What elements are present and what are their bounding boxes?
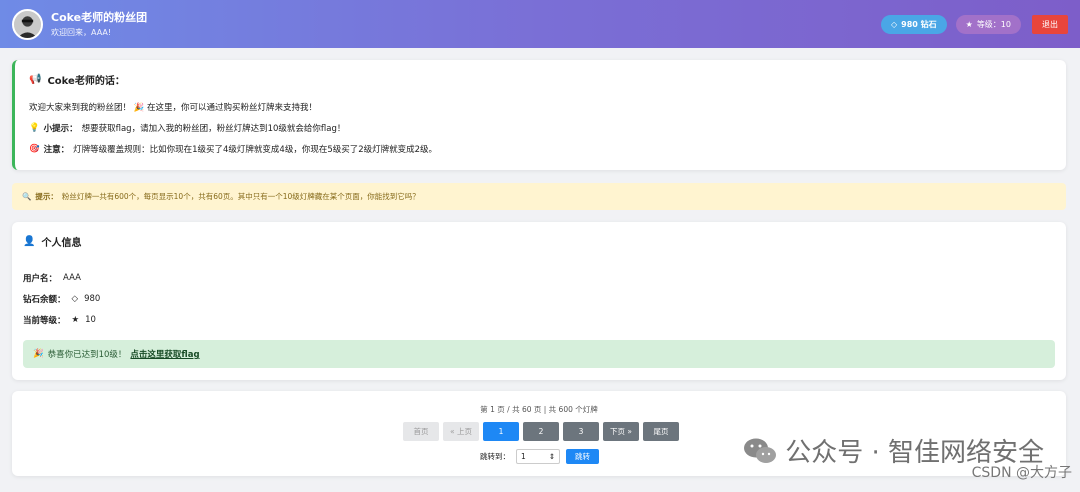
jump-button[interactable]: 跳转 [566, 449, 599, 464]
teacher-message-card: 📢 Coke老师的话： 欢迎大家来到我的粉丝团！ 🎉 在这里，你可以通过购买粉丝… [12, 60, 1066, 170]
jump-label: 跳转到： [480, 452, 510, 461]
level-value: 10 [85, 314, 96, 325]
spinner-icon[interactable]: ⇕ [549, 452, 555, 461]
diamond-icon: ◇ [891, 19, 898, 29]
message-title: Coke老师的话： [47, 76, 125, 87]
jump-page-input[interactable]: 1 ⇕ [516, 449, 560, 464]
notice-text: 粉丝灯牌一共有600个，每页显示10个，共有60页。其中只有一个10级灯牌藏在某… [61, 192, 420, 201]
star-icon: ★ [965, 19, 973, 29]
diamond-label: 钻石余额： [23, 294, 66, 305]
profile-title: 个人信息 [41, 238, 82, 249]
diamond-icon: ◇ [71, 293, 79, 304]
profile-card: 👤 个人信息 用户名： AAA 钻石余额： ◇ 980 当前等级： ★ 10 🎉… [12, 222, 1066, 380]
get-flag-link[interactable]: 点击这里获取flag [130, 348, 199, 360]
diamond-row: 钻石余额： ◇ 980 [23, 288, 1055, 309]
level-row: 当前等级： ★ 10 [23, 309, 1055, 330]
diamond-value: 980 [84, 293, 101, 304]
page-info: 第 1 页 / 共 60 页 | 共 600 个灯牌 [480, 405, 598, 414]
magnifier-icon: 🔍 [22, 192, 32, 201]
tip-text: 想要获取flag，请加入我的粉丝团，粉丝灯牌达到10级就会给你flag！ [81, 124, 346, 134]
message-line: 欢迎大家来到我的粉丝团！ 🎉 在这里，你可以通过购买粉丝灯牌来支持我！ [29, 101, 1052, 113]
level-label: 当前等级： [23, 315, 66, 326]
note-text: 灯牌等级覆盖规则：比如你现在1级买了4级灯牌就变成4级，你现在5级买了2级灯牌就… [73, 145, 438, 155]
next-page-button[interactable]: 下页 » [603, 422, 639, 441]
note-label: 注意： [43, 145, 70, 155]
page-2-button[interactable]: 2 [523, 422, 559, 441]
logout-button[interactable]: 退出 [1032, 14, 1068, 34]
party-icon: 🎉 [33, 349, 44, 359]
username-label: 用户名： [23, 273, 58, 284]
notice-label: 提示： [35, 192, 58, 201]
username-row: 用户名： AAA [23, 267, 1055, 288]
csdn-watermark: CSDN @大方子 [971, 465, 1072, 481]
target-icon: 🎯 [29, 144, 40, 154]
success-text: 恭喜你已达到10级！ [47, 350, 127, 360]
first-page-button[interactable]: 首页 [403, 422, 439, 441]
top-header: Coke老师的粉丝团 欢迎回来，AAA! ◇ 980 钻石 ★ 等级：10 退出 [0, 0, 1080, 48]
diamond-badge: ◇ 980 钻石 [881, 14, 947, 34]
level-badge-label: 等级：10 [976, 19, 1011, 29]
wechat-icon [744, 438, 777, 463]
page-1-button[interactable]: 1 [483, 422, 519, 441]
star-icon: ★ [71, 314, 80, 325]
level-badge: ★ 等级：10 [955, 14, 1021, 34]
lightbulb-icon: 💡 [29, 123, 40, 133]
message-welcome: 欢迎大家来到我的粉丝团！ 🎉 在这里，你可以通过购买粉丝灯牌来支持我！ [29, 103, 317, 113]
username-value: AAA [63, 272, 81, 283]
page-jump: 跳转到： 1 ⇕ 跳转 [480, 449, 599, 464]
user-icon: 👤 [23, 236, 36, 247]
welcome-text: 欢迎回来，AAA! [51, 27, 112, 37]
site-title: Coke老师的粉丝团 [51, 10, 148, 24]
page-3-button[interactable]: 3 [563, 422, 599, 441]
success-alert: 🎉 恭喜你已达到10级！ 点击这里获取flag [23, 340, 1055, 368]
last-page-button[interactable]: 尾页 [643, 422, 679, 441]
pagination: 首页 « 上页 1 2 3 下页 » 尾页 [403, 422, 679, 441]
message-tip: 💡 小提示： 想要获取flag，请加入我的粉丝团，粉丝灯牌达到10级就会给你fl… [29, 122, 1052, 134]
megaphone-icon: 📢 [29, 74, 42, 85]
message-note: 🎯 注意： 灯牌等级覆盖规则：比如你现在1级买了4级灯牌就变成4级，你现在5级买… [29, 143, 1052, 155]
avatar[interactable] [12, 8, 43, 40]
diamond-badge-label: 980 钻石 [901, 19, 937, 29]
tip-label: 小提示： [43, 124, 78, 134]
notice-banner: 🔍 提示： 粉丝灯牌一共有600个，每页显示10个，共有60页。其中只有一个10… [12, 183, 1066, 210]
prev-page-button[interactable]: « 上页 [443, 422, 479, 441]
jump-value: 1 [521, 452, 526, 461]
